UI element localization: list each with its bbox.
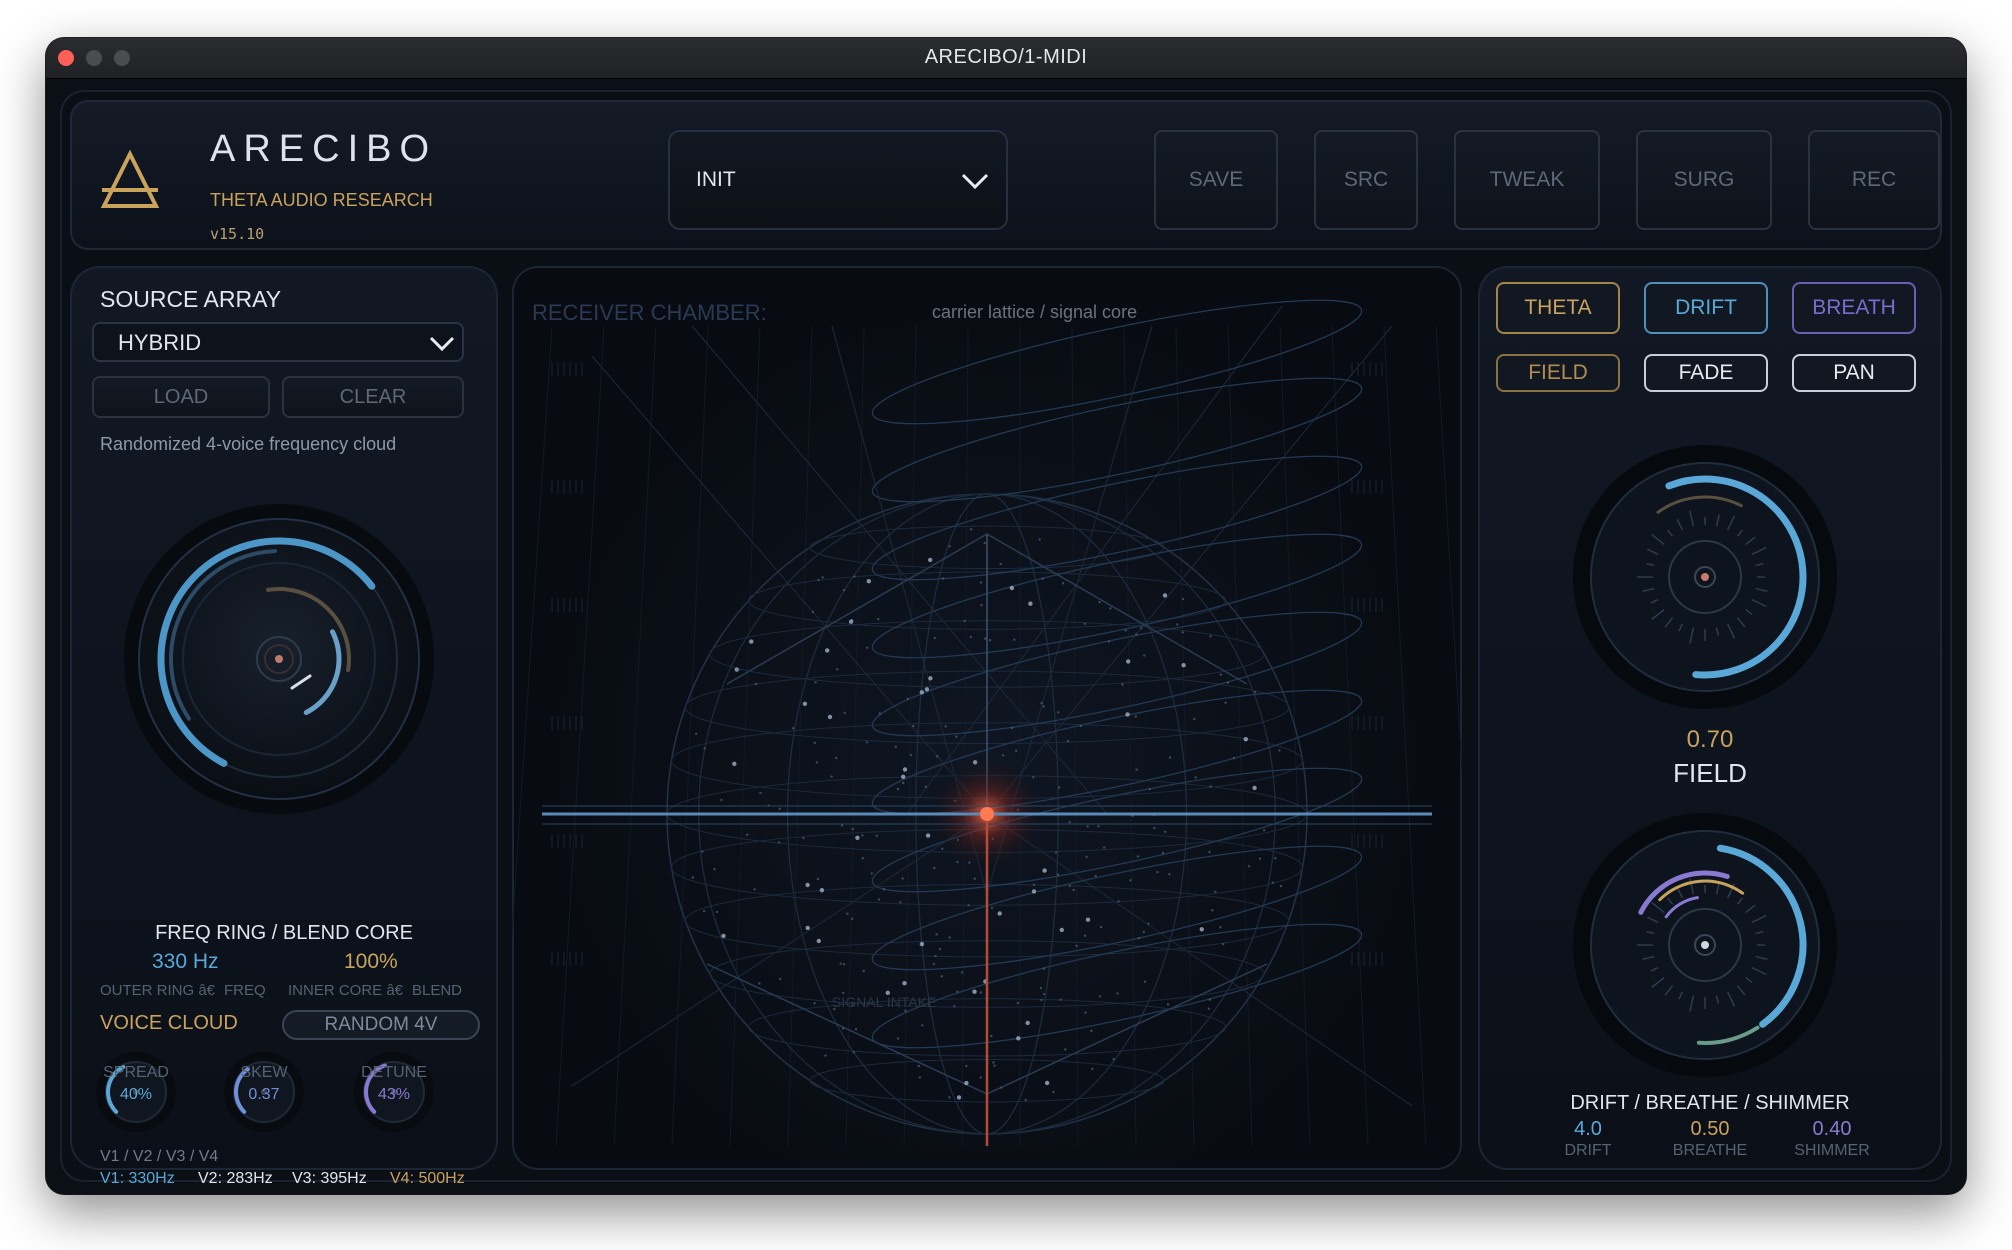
signal-lattice-visualization [512,299,1462,1147]
shimmer-value: 0.40 [1812,1118,1852,1140]
brand-name: ARECIBO [210,128,438,170]
dial-title: FREQ RING / BLEND CORE [155,922,413,944]
spread-value: 40% [119,1086,153,1103]
random-4v-button[interactable]: RANDOM 4V [282,1010,480,1040]
source-mode-value: HYBRID [118,330,202,355]
receiver-chamber[interactable]: RECEIVER CHAMBER: carrier lattice / sign… [512,266,1462,1170]
source-array-title: SOURCE ARRAY [100,286,282,312]
signal-core [980,807,994,821]
fade-mode-button[interactable]: FADE [1644,354,1768,392]
signal-intake-label: SIGNAL INTAKE [832,994,937,1010]
field-value: 0.70 [1686,726,1734,753]
breathe-label: BREATHE [1672,1142,1748,1159]
voices-header: V1 / V2 / V3 / V4 [100,1148,219,1165]
brand-subtitle: THETA AUDIO RESEARCH [210,190,433,210]
source-mode-dropdown[interactable]: HYBRID [92,322,464,362]
voice-1: V1: 330Hz [100,1170,175,1187]
voice-3: V3: 395Hz [292,1170,367,1187]
modulation-panel: THETA DRIFT BREATH FIELD FADE PAN 0.70 F… [1478,266,1942,1170]
freq-blend-dial[interactable] [114,494,444,824]
blend-value: 100% [344,950,398,973]
source-array-panel: SOURCE ARRAY HYBRID LOAD CLEAR Randomize… [70,266,498,1187]
field-mode-button[interactable]: FIELD [1496,354,1620,392]
outer-ring-label: OUTER RING â€ [100,982,216,999]
outer-ring-param: FREQ [224,982,266,999]
chevron-down-icon [429,336,455,352]
pan-mode-button[interactable]: PAN [1792,354,1916,392]
header-bar: ARECIBO THETA AUDIO RESEARCH v15.10 INIT… [70,100,1942,250]
skew-value: 0.37 [248,1086,280,1103]
skew-label: SKEW [240,1064,288,1081]
inner-core-param: BLEND [412,982,463,999]
clear-button[interactable]: CLEAR [282,376,464,418]
voice-cloud-title: VOICE CLOUD [100,1012,238,1034]
title-bar[interactable]: ARECIBO/1-MIDI [46,38,1966,79]
multi-dial-title: DRIFT / BREATHE / SHIMMER [1570,1092,1850,1114]
preset-dropdown[interactable]: INIT [668,130,1008,230]
chamber-title: RECEIVER CHAMBER: [532,300,767,325]
shimmer-label: SHIMMER [1794,1142,1870,1159]
save-button[interactable]: SAVE [1154,130,1278,230]
window-title: ARECIBO/1-MIDI [924,46,1088,68]
tweak-button[interactable]: TWEAK [1454,130,1600,230]
surg-button[interactable]: SURG [1636,130,1772,230]
breath-mode-button[interactable]: BREATH [1792,282,1916,334]
rec-button[interactable]: REC [1808,130,1940,230]
drift-value: 4.0 [1574,1118,1602,1140]
field-label: FIELD [1673,758,1747,788]
field-dial[interactable] [1570,442,1840,712]
drift-mode-button[interactable]: DRIFT [1644,282,1768,334]
src-button[interactable]: SRC [1314,130,1418,230]
chamber-caption: carrier lattice / signal core [932,302,1138,322]
theta-mode-button[interactable]: THETA [1496,282,1620,334]
arecibo-logo-icon [100,150,160,208]
spread-label: SPREAD [103,1064,169,1081]
app-window: ARECIBO/1-MIDI ARECIBO THETA AUDIO RESEA… [46,38,1966,1194]
voice-2: V2: 283Hz [198,1170,273,1187]
voice-4: V4: 500Hz [390,1170,465,1187]
freq-value: 330 Hz [152,950,219,973]
chevron-down-icon [961,173,989,190]
load-button[interactable]: LOAD [92,376,270,418]
inner-core-label: INNER CORE â€ [288,982,404,999]
preset-name: INIT [696,168,736,191]
breathe-value: 0.50 [1690,1118,1730,1140]
drift-breathe-shimmer-dial[interactable] [1570,810,1840,1080]
drift-label: DRIFT [1564,1142,1612,1159]
detune-value: 43% [377,1086,411,1103]
version-label: v15.10 [210,225,265,243]
plugin-body: ARECIBO THETA AUDIO RESEARCH v15.10 INIT… [60,90,1952,1187]
source-description: Randomized 4-voice frequency cloud [100,434,397,454]
detune-label: DETUNE [361,1064,427,1081]
